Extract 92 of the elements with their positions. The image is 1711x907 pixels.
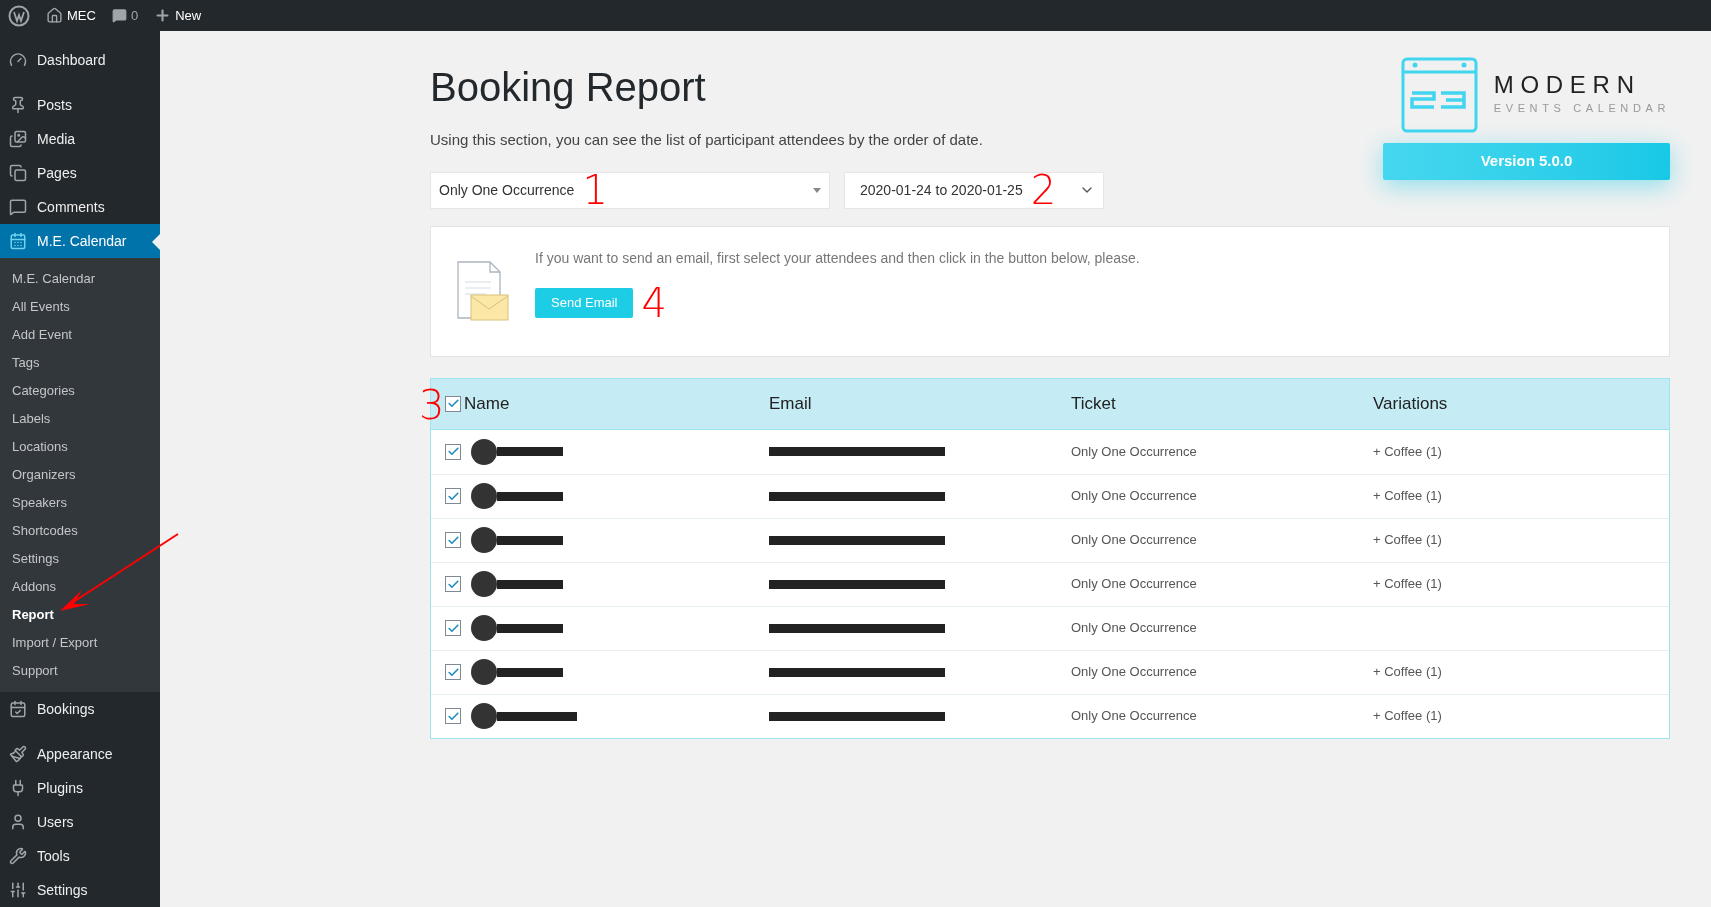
- redacted-name: [497, 667, 563, 677]
- variations-cell-text: + Coffee (1): [1373, 531, 1443, 550]
- menu-icon: [9, 130, 27, 148]
- menu-item[interactable]: Posts: [0, 88, 160, 122]
- annotation-number: 4: [641, 282, 667, 323]
- comment-count[interactable]: 0: [130, 5, 139, 26]
- checkbox[interactable]: [445, 488, 461, 504]
- dropdown-caret-icon: [813, 187, 821, 193]
- submenu-item[interactable]: Add Event: [0, 321, 160, 349]
- submenu-item[interactable]: Speakers: [0, 489, 160, 517]
- ticket-cell-text: Only One Occurrence: [1071, 575, 1198, 594]
- menu-icon: [9, 813, 27, 831]
- variations-cell-text: + Coffee (1): [1373, 707, 1443, 726]
- ticket-cell-text: Only One Occurrence: [1071, 707, 1198, 726]
- menu-icon: [9, 700, 27, 718]
- ticket-cell-text: Only One Occurrence: [1071, 442, 1198, 461]
- redacted-name: [497, 535, 563, 545]
- site-link[interactable]: MEC: [67, 5, 96, 26]
- dropdown-value: Only One Occurrence: [439, 180, 575, 200]
- variations-cell-text: + Coffee (1): [1373, 442, 1443, 461]
- version-badge: Version 5.0.0: [1383, 143, 1670, 180]
- submenu-item[interactable]: Support: [0, 657, 160, 685]
- menu-item[interactable]: Bookings: [0, 692, 160, 726]
- menu-icon: [9, 745, 27, 763]
- menu-item[interactable]: Appearance: [0, 737, 160, 771]
- column-header: Variations: [1373, 392, 1448, 415]
- redacted-name: [497, 579, 563, 589]
- ticket-cell-text: Only One Occurrence: [1071, 531, 1198, 550]
- plus-icon: [154, 7, 172, 24]
- menu-item[interactable]: Users: [0, 805, 160, 839]
- checkbox[interactable]: [445, 576, 461, 592]
- checkbox[interactable]: [445, 443, 461, 460]
- wordpress-logo-icon[interactable]: [8, 4, 30, 27]
- page-description: Using this section, you can see the list of participant attendees by the order of date.: [430, 130, 984, 150]
- column-header: Email: [769, 392, 812, 415]
- submenu-item[interactable]: Tags: [0, 349, 160, 377]
- home-icon: [46, 7, 63, 24]
- page-title: Booking Report: [430, 67, 707, 107]
- menu-item[interactable]: Pages: [0, 156, 160, 190]
- menu-item[interactable]: Comments: [0, 190, 160, 224]
- variations-cell-text: + Coffee (1): [1373, 487, 1443, 506]
- ticket-cell-text: Only One Occurrence: [1071, 663, 1198, 682]
- column-header: Name: [464, 392, 510, 415]
- ticket-cell-text: Only One Occurrence: [1071, 487, 1198, 506]
- menu-icon: [9, 232, 27, 250]
- variations-cell-text: + Coffee (1): [1373, 663, 1443, 682]
- menu-icon: [9, 198, 27, 216]
- submenu-item[interactable]: Settings: [0, 545, 160, 573]
- checkbox[interactable]: [445, 664, 461, 680]
- menu-icon: [9, 96, 27, 114]
- annotation-number: 2: [1030, 170, 1057, 210]
- submenu-item[interactable]: Addons: [0, 573, 160, 601]
- menu-item[interactable]: M.E. Calendar: [0, 224, 160, 258]
- variations-cell-text: + Coffee (1): [1373, 575, 1443, 594]
- menu-item[interactable]: Media: [0, 122, 160, 156]
- calendar-logo-icon: [1400, 57, 1478, 133]
- checkbox[interactable]: [445, 708, 461, 724]
- checkbox[interactable]: [445, 395, 461, 412]
- menu-icon: [9, 51, 27, 69]
- submenu-item[interactable]: Labels: [0, 405, 160, 433]
- comment-icon: [111, 8, 127, 23]
- menu-icon: [9, 847, 27, 865]
- new-link[interactable]: New: [175, 5, 202, 26]
- submenu-item[interactable]: Categories: [0, 377, 160, 405]
- menu-item[interactable]: Settings: [0, 873, 160, 907]
- brand-tagline: EVENTS CALENDAR: [1493, 101, 1670, 117]
- submenu-item[interactable]: Report: [0, 601, 160, 629]
- column-header: Ticket: [1071, 392, 1116, 415]
- checkbox[interactable]: [445, 532, 461, 548]
- annotation-number: 1: [582, 170, 608, 210]
- submenu-item[interactable]: Organizers: [0, 461, 160, 489]
- brand-name: MODERN: [1493, 73, 1642, 98]
- menu-item[interactable]: Dashboard: [0, 43, 160, 77]
- submenu-item[interactable]: M.E. Calendar: [0, 265, 160, 293]
- submenu-item[interactable]: All Events: [0, 293, 160, 321]
- email-instructions: If you want to send an email, first select your attendees and then click in the button below, please.: [535, 248, 1140, 268]
- menu-item[interactable]: Plugins: [0, 771, 160, 805]
- current-pointer-icon: [152, 234, 160, 250]
- redacted-name: [497, 447, 563, 456]
- submenu-item[interactable]: Locations: [0, 433, 160, 461]
- annotation-number: 3: [419, 381, 445, 428]
- redacted-name: [497, 491, 563, 501]
- checkbox[interactable]: [445, 620, 461, 636]
- dropdown-value: 2020-01-24 to 2020-01-25: [860, 180, 1023, 200]
- menu-icon: [9, 881, 27, 899]
- menu-item[interactable]: Tools: [0, 839, 160, 873]
- redacted-name: [497, 623, 563, 633]
- ticket-cell-text: Only One Occurrence: [1071, 619, 1198, 638]
- submenu-item[interactable]: Import / Export: [0, 629, 160, 657]
- menu-icon: [9, 164, 27, 182]
- submenu-item[interactable]: Shortcodes: [0, 517, 160, 545]
- document-envelope-icon: [456, 260, 510, 322]
